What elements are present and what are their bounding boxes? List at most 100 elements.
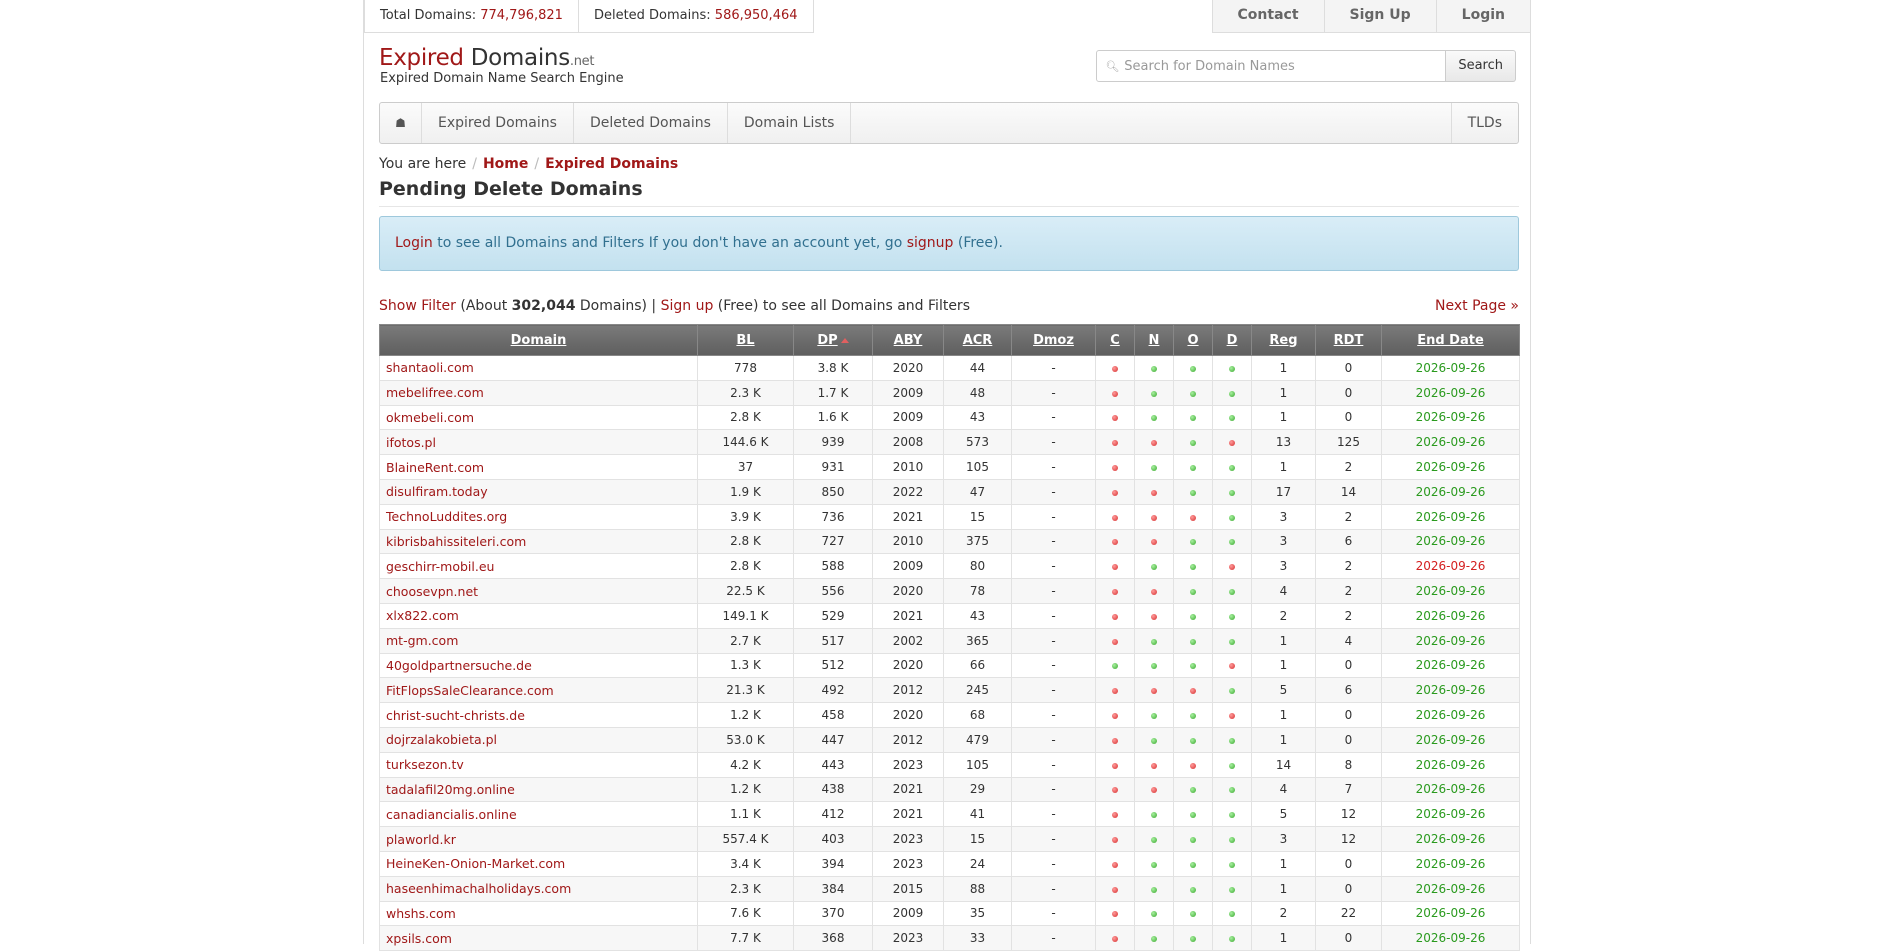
status-o-cell	[1173, 454, 1213, 480]
domain-link[interactable]: mebelifree.com	[379, 379, 698, 406]
domain-link[interactable]: plaworld.kr	[379, 826, 698, 852]
red-status-dot-icon	[1151, 489, 1157, 496]
search-button[interactable]: Search	[1446, 50, 1516, 82]
reg-cell: 1	[1251, 627, 1316, 654]
alert-signup-link[interactable]: signup	[907, 235, 954, 251]
domain-link[interactable]: disulfiram.today	[379, 478, 698, 505]
status-c-cell	[1095, 528, 1135, 555]
col-n[interactable]: N	[1134, 324, 1174, 356]
domain-link[interactable]: 40goldpartnersuche.de	[379, 652, 698, 679]
reg-cell: 3	[1251, 826, 1316, 852]
filter-signup-link[interactable]: Sign up	[661, 298, 714, 314]
aby-cell: 2008	[872, 429, 944, 456]
domain-link[interactable]: geschirr-mobil.eu	[379, 553, 698, 580]
red-status-dot-icon	[1190, 514, 1196, 521]
page-title: Pending Delete Domains	[379, 178, 1519, 207]
col-d[interactable]: D	[1212, 324, 1252, 356]
reg-cell: 1	[1251, 850, 1316, 877]
nav-tlds[interactable]: TLDs	[1450, 103, 1518, 143]
rdt-cell: 2	[1315, 503, 1382, 530]
red-status-dot-icon	[1112, 589, 1118, 596]
red-status-dot-icon	[1190, 762, 1196, 769]
red-status-dot-icon	[1112, 713, 1118, 720]
domain-link[interactable]: turksezon.tv	[379, 751, 698, 778]
rdt-cell: 2	[1315, 578, 1382, 604]
domain-link[interactable]: shantaoli.com	[379, 355, 698, 381]
status-n-cell	[1134, 379, 1174, 406]
reg-cell: 5	[1251, 677, 1316, 704]
nav-domain-lists[interactable]: Domain Lists	[728, 103, 852, 143]
aby-cell: 2021	[872, 602, 944, 629]
table-row: disulfiram.today 1.9 K 850 2022 47- 17 14 2026-…	[379, 478, 1520, 505]
breadcrumb-home[interactable]: Home	[483, 156, 528, 172]
domain-link[interactable]: dojrzalakobieta.pl	[379, 726, 698, 753]
col-rdt[interactable]: RDT	[1315, 324, 1382, 356]
red-status-dot-icon	[1112, 737, 1118, 744]
alert-login-link[interactable]: Login	[395, 235, 433, 251]
status-n-cell	[1134, 776, 1174, 803]
domain-link[interactable]: tadalafil20mg.online	[379, 776, 698, 803]
nav-deleted-domains[interactable]: Deleted Domains	[574, 103, 728, 143]
green-status-dot-icon	[1190, 737, 1196, 744]
domain-link[interactable]: choosevpn.net	[379, 578, 698, 604]
reg-cell: 17	[1251, 478, 1316, 505]
dmoz-cell: -	[1011, 900, 1096, 927]
dp-cell: 458	[793, 702, 873, 728]
domain-link[interactable]: ifotos.pl	[379, 429, 698, 456]
green-status-dot-icon	[1190, 440, 1196, 447]
green-status-dot-icon	[1229, 812, 1235, 819]
table-row: canadiancialis.online 1.1 K 412 2021 41- 5 12 2…	[379, 801, 1520, 828]
home-nav-button[interactable]: ☗	[380, 103, 422, 143]
domain-link[interactable]: BlaineRent.com	[379, 454, 698, 480]
col-dmoz[interactable]: Dmoz	[1011, 324, 1096, 356]
status-c-cell	[1095, 652, 1135, 679]
acr-cell: 43	[943, 404, 1012, 431]
domain-link[interactable]: whshs.com	[379, 900, 698, 927]
domain-link[interactable]: haseenhimachalholidays.com	[379, 875, 698, 902]
table-row: choosevpn.net 22.5 K 556 2020 78- 4 2 2026-09-2…	[379, 578, 1520, 604]
rdt-cell: 0	[1315, 379, 1382, 406]
search-input[interactable]: 🔍︎ Search for Domain Names	[1096, 50, 1447, 82]
breadcrumb-current[interactable]: Expired Domains	[545, 156, 678, 172]
col-dp[interactable]: DP	[793, 324, 873, 356]
col-end-date[interactable]: End Date	[1381, 324, 1520, 356]
signup-link[interactable]: Sign Up	[1323, 0, 1436, 32]
bl-cell: 2.8 K	[697, 528, 794, 555]
table-row: mt-gm.com 2.7 K 517 2002 365- 1 4 2026-09-26	[379, 627, 1520, 654]
domain-link[interactable]: okmebeli.com	[379, 404, 698, 431]
domain-link[interactable]: HeineKen-Onion-Market.com	[379, 850, 698, 877]
nav-expired-domains[interactable]: Expired Domains	[422, 103, 574, 143]
domain-link[interactable]: TechnoLuddites.org	[379, 503, 698, 530]
green-status-dot-icon	[1151, 415, 1157, 422]
col-o[interactable]: O	[1173, 324, 1213, 356]
end-date-cell: 2026-09-26	[1381, 900, 1520, 927]
login-link[interactable]: Login	[1435, 0, 1530, 32]
status-o-cell	[1173, 429, 1213, 456]
status-o-cell	[1173, 900, 1213, 927]
domain-link[interactable]: xpsils.com	[379, 925, 698, 951]
col-bl[interactable]: BL	[697, 324, 794, 356]
next-page-link[interactable]: Next Page »	[1435, 298, 1519, 314]
domain-link[interactable]: mt-gm.com	[379, 627, 698, 654]
acr-cell: 66	[943, 652, 1012, 679]
status-o-cell	[1173, 652, 1213, 679]
domain-link[interactable]: xlx822.com	[379, 602, 698, 629]
domain-link[interactable]: kibrisbahissiteleri.com	[379, 528, 698, 555]
domain-link[interactable]: canadiancialis.online	[379, 801, 698, 828]
col-c[interactable]: C	[1095, 324, 1135, 356]
show-filter-link[interactable]: Show Filter	[379, 298, 456, 314]
dmoz-cell: -	[1011, 801, 1096, 828]
contact-link[interactable]: Contact	[1213, 0, 1324, 32]
red-status-dot-icon	[1112, 787, 1118, 794]
col-acr[interactable]: ACR	[943, 324, 1012, 356]
site-logo[interactable]: Expired Domains.net Expired Domain Name …	[379, 45, 624, 86]
domain-link[interactable]: FitFlopsSaleClearance.com	[379, 677, 698, 704]
red-status-dot-icon	[1112, 638, 1118, 645]
domain-link[interactable]: christ-sucht-christs.de	[379, 702, 698, 728]
status-c-cell	[1095, 454, 1135, 480]
end-date-cell: 2026-09-26	[1381, 726, 1520, 753]
col-aby[interactable]: ABY	[872, 324, 944, 356]
col-reg[interactable]: Reg	[1251, 324, 1316, 356]
col-domain[interactable]: Domain	[379, 324, 698, 356]
bl-cell: 37	[697, 454, 794, 480]
